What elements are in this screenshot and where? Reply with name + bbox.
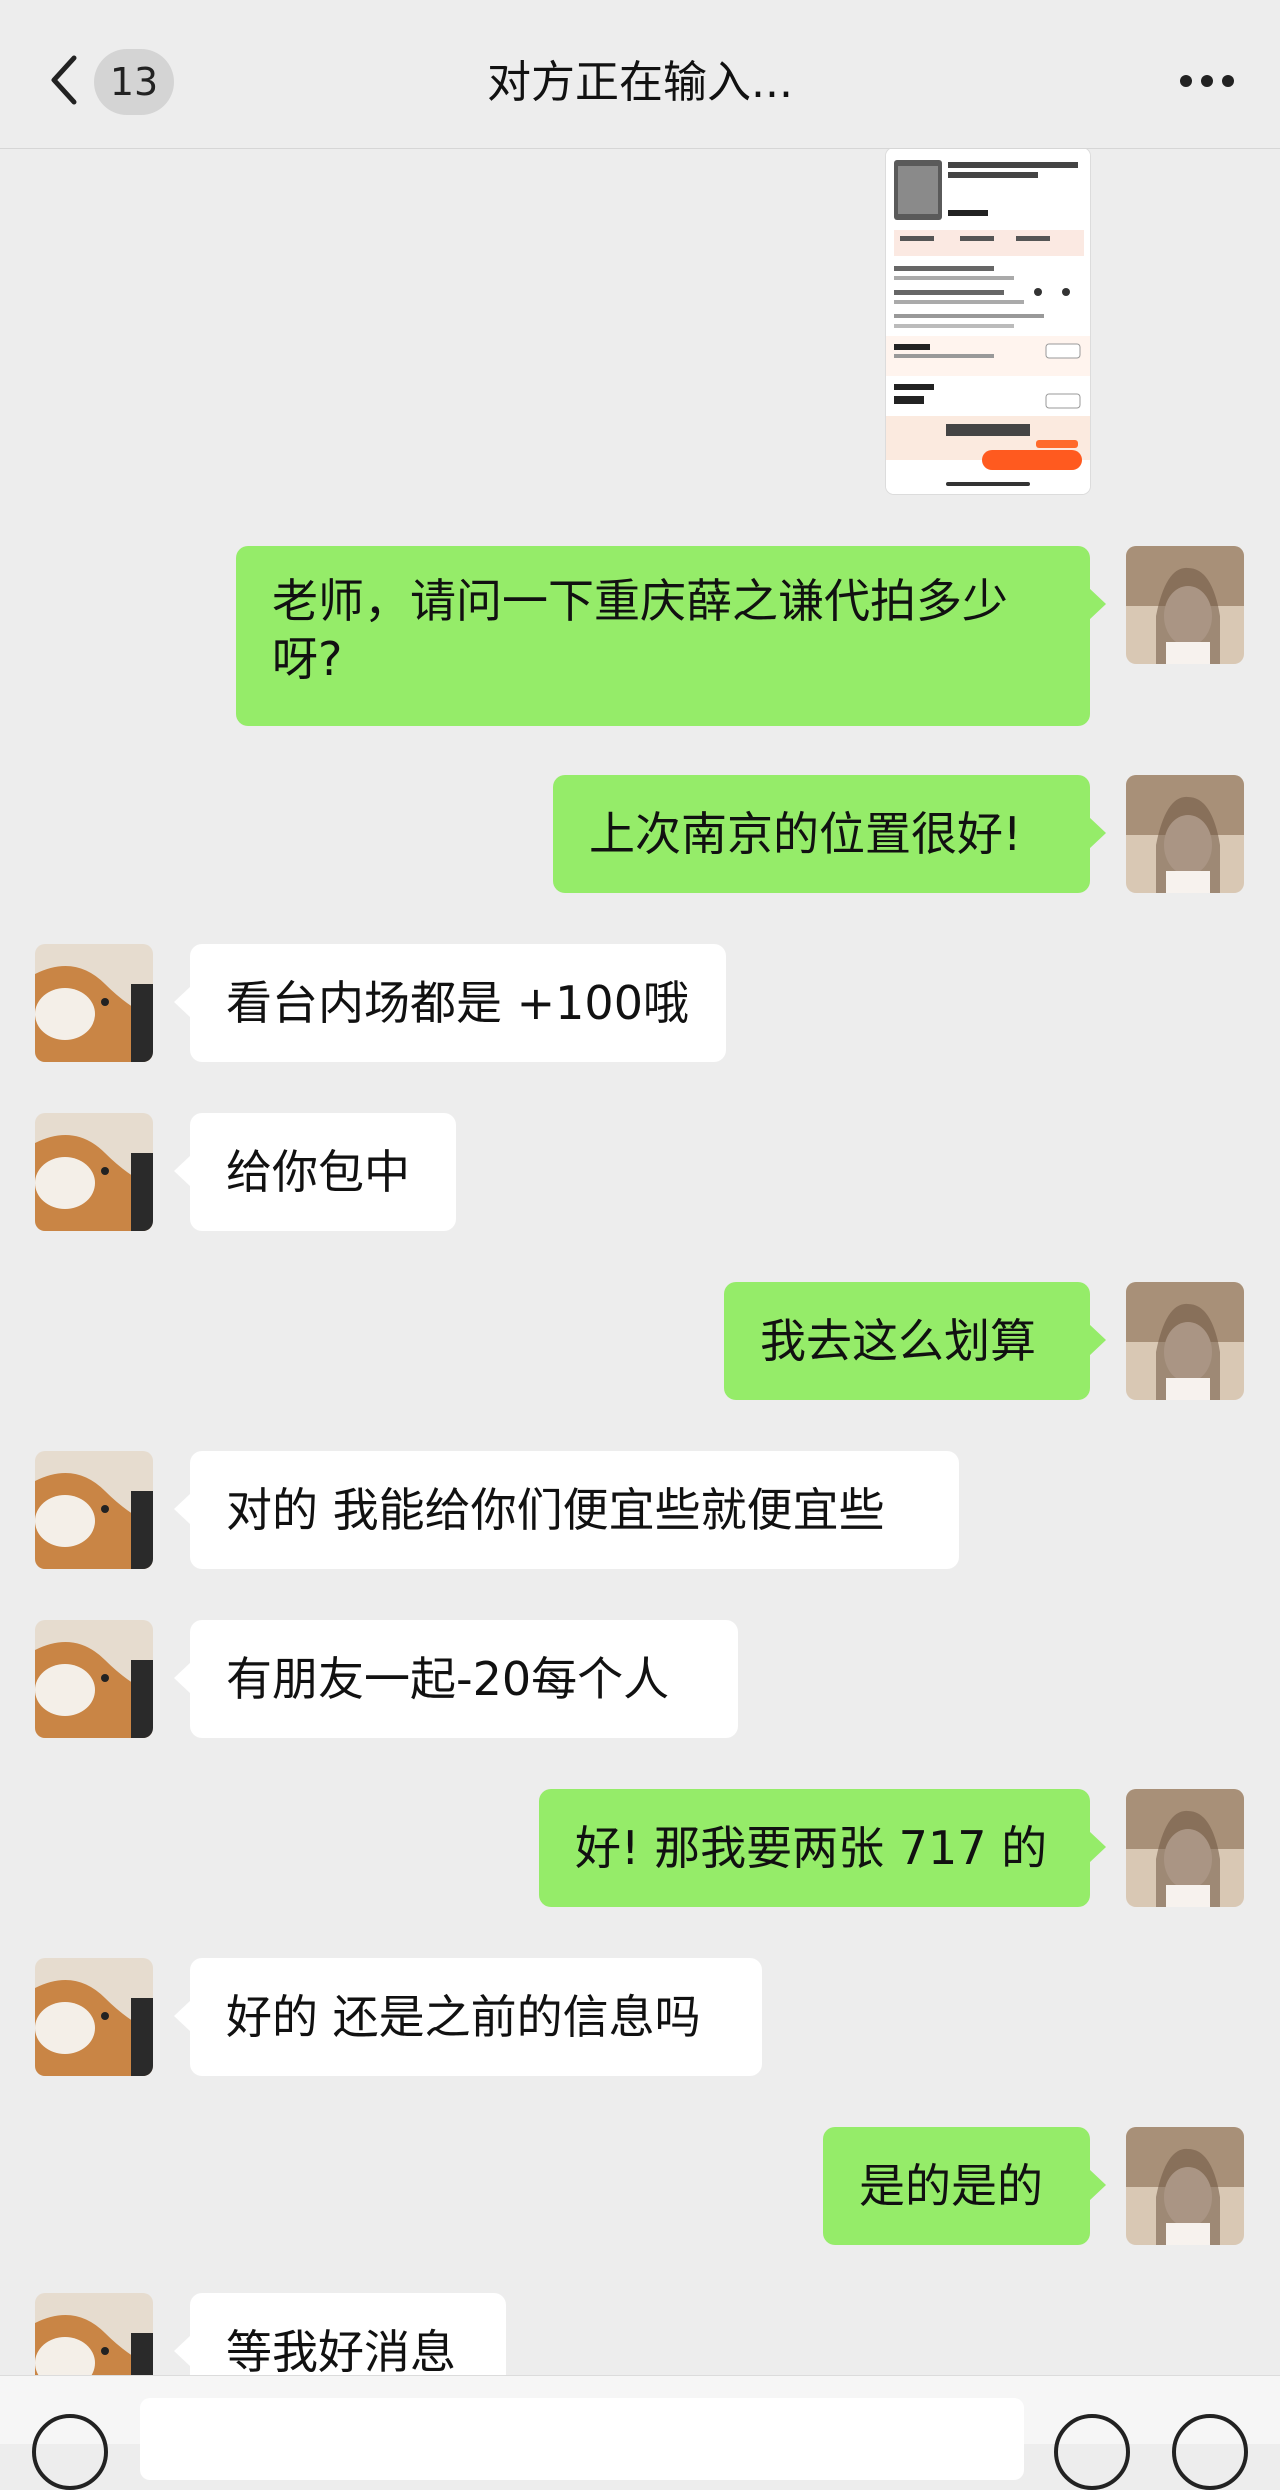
avatar-contact[interactable] [35,1113,153,1231]
avatar-self[interactable] [1126,1789,1244,1907]
message-bubble-incoming[interactable]: 好的 还是之前的信息吗 [174,1958,762,2076]
unread-count-badge[interactable]: 13 [94,49,174,115]
chat-title: 对方正在输入... [487,57,793,108]
voice-button[interactable] [32,2414,108,2490]
message-bubble-incoming[interactable]: 给你包中 [174,1113,456,1231]
emoji-button[interactable] [1054,2414,1130,2490]
more-dots-icon [1180,75,1234,87]
back-button[interactable] [44,50,84,110]
input-bar [0,2375,1280,2490]
message-bubble-outgoing[interactable]: 上次南京的位置很好! [553,775,1106,893]
message-bubble-incoming[interactable]: 看台内场都是 +100哦 [174,944,726,1062]
message-bubble-outgoing[interactable]: 我去这么划算 [724,1282,1106,1400]
avatar-self[interactable] [1126,2127,1244,2245]
message-input[interactable] [140,2398,1024,2480]
message-bubble-incoming[interactable]: 有朋友一起-20每个人 [174,1620,738,1738]
avatar-self[interactable] [1126,546,1244,664]
message-bubble-outgoing[interactable]: 老师，请问一下重庆薛之谦代拍多少呀? [236,546,1106,726]
more-button[interactable] [1178,66,1236,96]
shared-screenshot-image[interactable] [886,148,1090,494]
avatar-contact[interactable] [35,944,153,1062]
avatar-contact[interactable] [35,1451,153,1569]
chevron-left-icon [51,55,77,105]
avatar-self[interactable] [1126,1282,1244,1400]
chat-header: 13 对方正在输入... [0,0,1280,149]
message-bubble-outgoing[interactable]: 好! 那我要两张 717 的 [539,1789,1106,1907]
avatar-contact[interactable] [35,1958,153,2076]
avatar-contact[interactable] [35,1620,153,1738]
message-bubble-incoming[interactable]: 对的 我能给你们便宜些就便宜些 [174,1451,959,1569]
concert-ticket-screenshot [886,148,1090,494]
message-bubble-outgoing[interactable]: 是的是的 [823,2127,1106,2245]
avatar-self[interactable] [1126,775,1244,893]
plus-button[interactable] [1172,2414,1248,2490]
